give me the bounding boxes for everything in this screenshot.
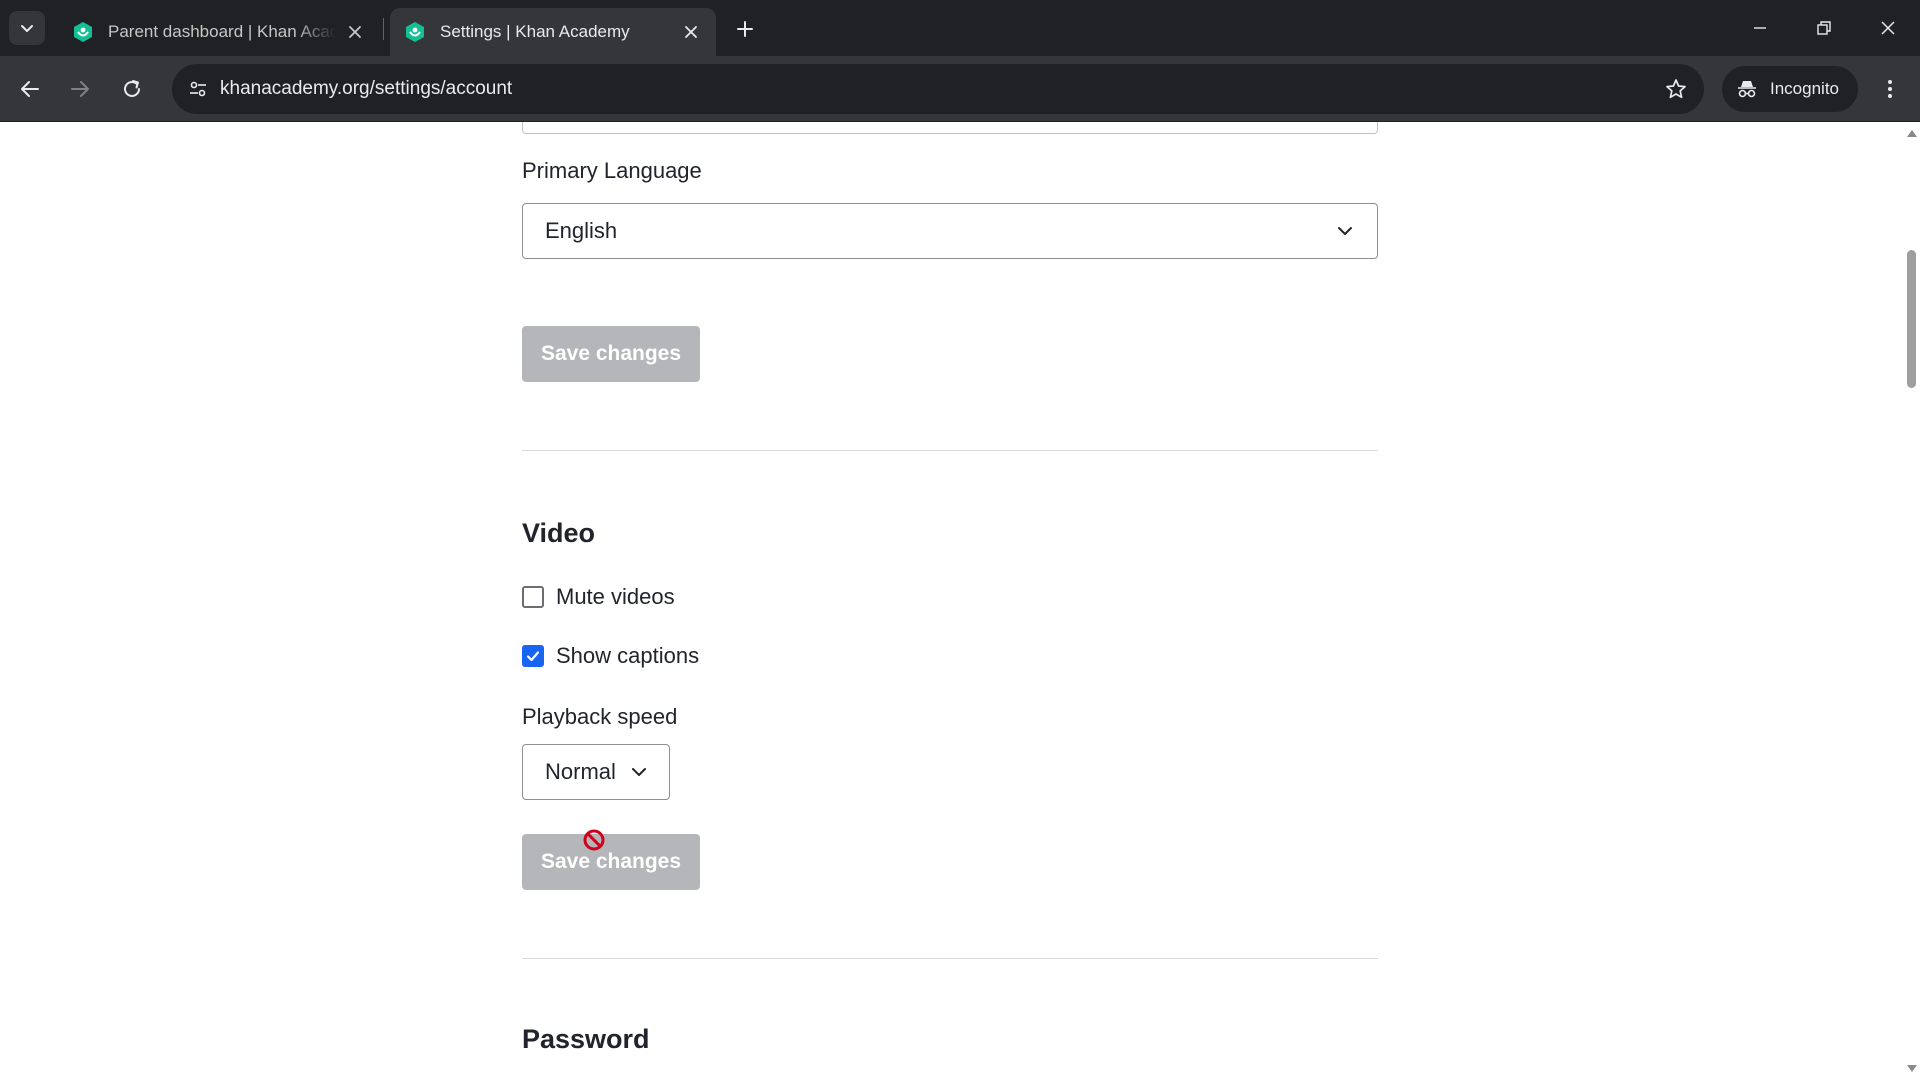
save-video-button[interactable]: Save changes	[522, 834, 700, 890]
forward-button[interactable]	[60, 69, 100, 109]
chevron-down-icon	[632, 768, 646, 776]
password-section-heading: Password	[522, 1024, 650, 1054]
chevron-down-icon	[21, 25, 33, 32]
restore-icon	[1817, 21, 1831, 35]
star-icon	[1666, 79, 1686, 99]
url-text[interactable]: khanacademy.org/settings/account	[220, 78, 512, 100]
tab-parent-dashboard[interactable]: Parent dashboard | Khan Academy	[58, 8, 380, 56]
chevron-down-icon	[1338, 227, 1352, 235]
mute-videos-label[interactable]: Mute videos	[556, 584, 675, 610]
tab-title: Settings | Khan Academy	[440, 22, 630, 41]
more-vertical-icon	[1888, 80, 1892, 98]
primary-language-value: English	[545, 218, 618, 243]
address-bar[interactable]: khanacademy.org/settings/account	[172, 64, 1704, 114]
minimize-button[interactable]	[1732, 8, 1788, 48]
page-viewport: Primary Language English Save changes Vi…	[0, 122, 1920, 1080]
scroll-down-arrow[interactable]	[1907, 1065, 1917, 1072]
playback-speed-select[interactable]: Normal	[522, 744, 670, 800]
scroll-up-arrow[interactable]	[1907, 130, 1917, 137]
scroll-thumb[interactable]	[1907, 250, 1916, 388]
save-language-button[interactable]: Save changes	[522, 326, 700, 382]
close-tab-icon[interactable]	[678, 19, 704, 45]
tune-icon	[190, 81, 206, 97]
section-divider	[522, 958, 1378, 959]
mute-videos-row[interactable]: Mute videos	[522, 584, 675, 610]
browser-toolbar: khanacademy.org/settings/account Incogni…	[0, 56, 1920, 122]
close-window-button[interactable]	[1860, 8, 1916, 48]
close-icon	[1881, 21, 1895, 35]
reload-icon	[124, 80, 140, 97]
tab-search-button[interactable]	[9, 11, 45, 45]
show-captions-label[interactable]: Show captions	[556, 643, 699, 669]
tab-settings[interactable]: Settings | Khan Academy	[390, 8, 716, 56]
arrow-right-icon	[71, 81, 89, 97]
incognito-icon	[1738, 81, 1756, 98]
back-button[interactable]	[10, 69, 50, 109]
site-info-button[interactable]	[182, 73, 214, 105]
not-allowed-cursor-icon	[583, 829, 605, 851]
tab-title: Parent dashboard | Khan Academy	[108, 22, 336, 41]
section-divider	[522, 450, 1378, 451]
minimize-icon	[1754, 27, 1766, 29]
plus-icon	[737, 21, 753, 37]
playback-speed-value: Normal	[545, 759, 616, 784]
new-tab-button[interactable]	[728, 12, 762, 46]
primary-language-label: Primary Language	[522, 158, 702, 183]
arrow-left-icon	[21, 81, 39, 97]
incognito-label: Incognito	[1770, 79, 1839, 98]
tab-divider	[383, 18, 384, 40]
restore-button[interactable]	[1796, 8, 1852, 48]
previous-field-bottom	[522, 122, 1378, 134]
browser-menu-button[interactable]	[1870, 69, 1910, 109]
reload-button[interactable]	[112, 69, 152, 109]
khan-academy-favicon-icon	[74, 22, 92, 42]
show-captions-checkbox[interactable]	[522, 645, 544, 667]
video-section-heading: Video	[522, 518, 596, 548]
primary-language-select[interactable]: English	[522, 203, 1378, 259]
browser-tab-strip: Parent dashboard | Khan Academy Settings…	[0, 0, 1920, 56]
khan-academy-favicon-icon	[406, 22, 424, 42]
checkmark-icon	[526, 651, 540, 662]
incognito-indicator[interactable]: Incognito	[1722, 66, 1858, 112]
bookmark-star-button[interactable]	[1662, 75, 1690, 103]
show-captions-row[interactable]: Show captions	[522, 643, 699, 669]
playback-speed-label: Playback speed	[522, 704, 678, 729]
page-scrollbar[interactable]	[1904, 122, 1920, 1080]
close-tab-icon[interactable]	[342, 19, 368, 45]
mute-videos-checkbox[interactable]	[522, 586, 544, 608]
